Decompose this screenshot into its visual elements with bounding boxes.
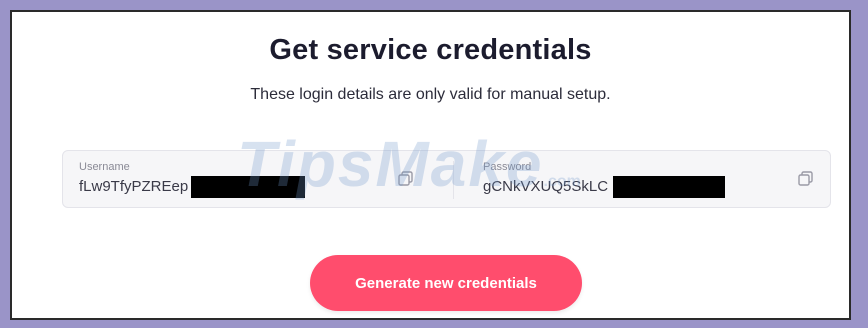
- generate-credentials-button[interactable]: Generate new credentials: [310, 255, 582, 311]
- page-subtitle: These login details are only valid for m…: [250, 86, 611, 103]
- field-divider: [453, 161, 454, 199]
- credentials-panel: Get service credentials These login deta…: [10, 10, 851, 320]
- copy-icon[interactable]: [397, 170, 415, 188]
- username-redaction: [191, 176, 305, 198]
- credentials-box: Username fLw9TfyPZREep Password gCNkVXUQ…: [62, 150, 831, 208]
- password-field: Password gCNkVXUQ5SkLC: [467, 151, 830, 207]
- password-redaction: [613, 176, 725, 198]
- password-label: Password: [483, 161, 532, 173]
- password-value[interactable]: gCNkVXUQ5SkLC: [483, 178, 608, 195]
- username-field: Username fLw9TfyPZREep: [63, 151, 441, 207]
- username-value[interactable]: fLw9TfyPZREep: [79, 178, 188, 195]
- username-label: Username: [79, 161, 130, 173]
- copy-icon[interactable]: [797, 170, 815, 188]
- page-title: Get service credentials: [269, 34, 592, 66]
